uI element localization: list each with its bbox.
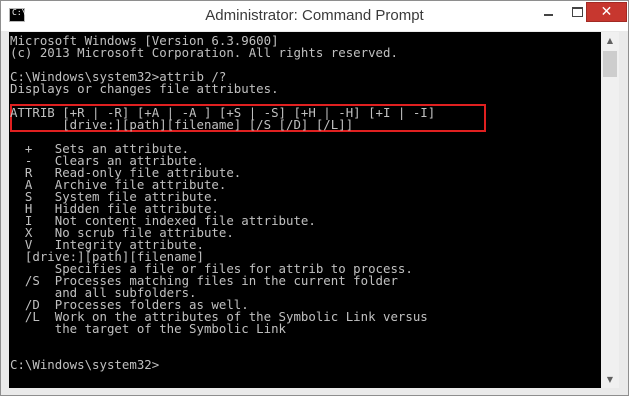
console-line: Displays or changes file attributes. (10, 81, 279, 96)
console-line: C:\Windows\system32> (10, 357, 160, 372)
maximize-icon (571, 7, 583, 17)
console-line: (c) 2013 Microsoft Corporation. All righ… (10, 45, 398, 60)
title-bar[interactable]: C:\ Administrator: Command Prompt ✕ (1, 1, 628, 31)
scroll-down-arrow-icon[interactable]: ▼ (601, 371, 619, 388)
minimize-button[interactable] (534, 2, 562, 22)
command-prompt-window: C:\ Administrator: Command Prompt ✕ Micr… (0, 0, 629, 396)
minimize-icon (543, 14, 553, 16)
console-line: the target of the Symbolic Link (10, 321, 287, 336)
scrollbar-thumb[interactable] (603, 51, 617, 77)
scroll-up-arrow-icon[interactable]: ▲ (601, 32, 619, 49)
close-icon: ✕ (600, 4, 613, 20)
console-line: [drive:][path][filename] [/S [/D] [/L]] (10, 117, 354, 132)
console-output[interactable]: Microsoft Windows [Version 6.3.9600] (c) … (9, 32, 601, 388)
close-button[interactable]: ✕ (586, 2, 627, 22)
vertical-scrollbar[interactable]: ▲ ▼ (601, 32, 619, 388)
